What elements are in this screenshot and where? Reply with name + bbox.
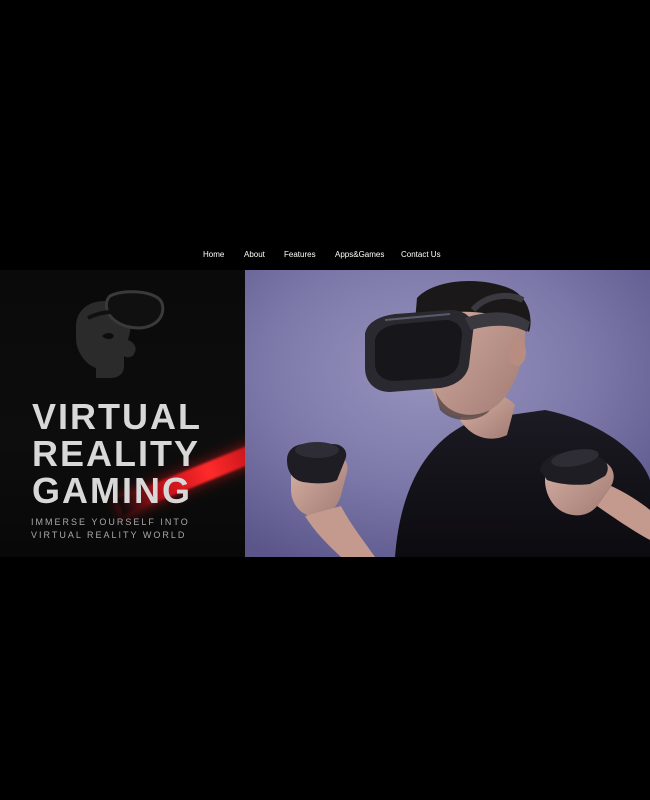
nav-about-link[interactable]: About bbox=[244, 250, 265, 259]
hero-subtitle: IMMERSE YOURSELF INTO VIRTUAL REALITY WO… bbox=[31, 516, 231, 542]
hero-subtitle-line: VIRTUAL REALITY WORLD bbox=[31, 530, 187, 540]
nav-home-link[interactable]: Home bbox=[203, 250, 224, 259]
hero-subtitle-line: IMMERSE YOURSELF INTO bbox=[31, 517, 190, 527]
man-wearing-vr-headset-photo bbox=[245, 270, 650, 557]
nav-features-link[interactable]: Features bbox=[284, 250, 316, 259]
main-nav: Home About Features Apps&Games Contact U… bbox=[0, 246, 650, 262]
vr-player-illustration bbox=[245, 270, 650, 557]
hero-banner: VIRTUAL REALITY GAMING IMMERSE YOURSELF … bbox=[0, 270, 650, 557]
nav-contact-us-link[interactable]: Contact Us bbox=[401, 250, 441, 259]
nav-apps-games-link[interactable]: Apps&Games bbox=[335, 250, 384, 259]
hero-title-line: VIRTUAL bbox=[32, 396, 202, 437]
vr-headset-head-icon bbox=[76, 290, 165, 378]
hero-text-panel: VIRTUAL REALITY GAMING IMMERSE YOURSELF … bbox=[0, 270, 245, 557]
hero-title-line: GAMING bbox=[32, 470, 192, 511]
hero-title-line: REALITY bbox=[32, 433, 201, 474]
hero-title: VIRTUAL REALITY GAMING bbox=[32, 398, 242, 509]
